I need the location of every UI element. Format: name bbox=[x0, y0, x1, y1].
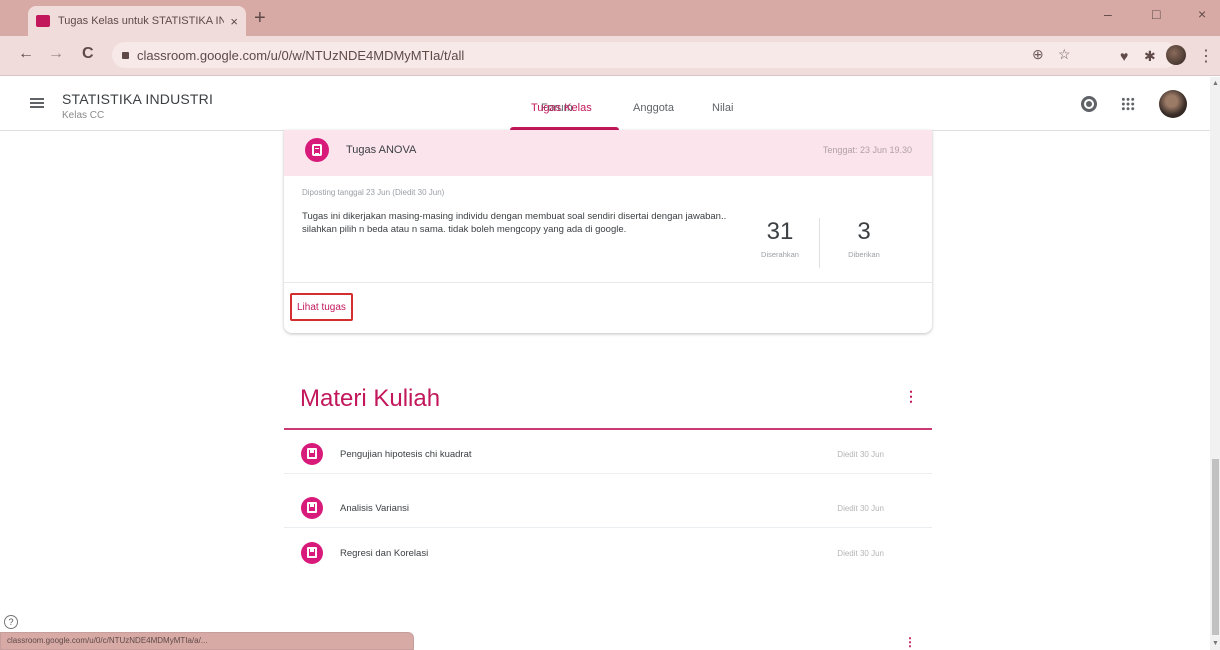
stat-divider bbox=[819, 218, 820, 268]
link-status-bar: classroom.google.com/u/0/c/NTUzNDE4MDMyM… bbox=[0, 632, 414, 650]
material-title: Regresi dan Korelasi bbox=[340, 548, 429, 559]
material-item[interactable]: Pengujian hipotesis chi kuadrat Diedit 3… bbox=[284, 431, 932, 474]
material-title: Analisis Variansi bbox=[340, 503, 409, 514]
forward-button[interactable]: → bbox=[48, 45, 64, 63]
classroom-favicon-icon bbox=[36, 15, 50, 27]
bookmark-star-icon[interactable]: ☆ bbox=[1058, 46, 1071, 63]
scroll-up-icon[interactable]: ▲ bbox=[1212, 80, 1219, 87]
zoom-icon[interactable]: ⊕ bbox=[1032, 46, 1044, 63]
material-title: Pengujian hipotesis chi kuadrat bbox=[340, 449, 472, 460]
tab-anggota[interactable]: Anggota bbox=[633, 102, 674, 114]
assignment-title: Tugas ANOVA bbox=[346, 144, 417, 156]
assignment-icon bbox=[305, 138, 329, 162]
tab-title: Tugas Kelas untuk STATISTIKA IN... bbox=[58, 15, 225, 27]
assignment-card: Tugas ANOVA Tenggat: 23 Jun 19.30 Dipost… bbox=[284, 130, 932, 333]
window-close-button[interactable]: × bbox=[1198, 6, 1206, 22]
material-icon bbox=[301, 443, 323, 465]
tab-close-icon[interactable]: × bbox=[230, 14, 238, 29]
view-assignment-button[interactable]: Lihat tugas bbox=[290, 293, 353, 321]
reload-button[interactable]: C bbox=[82, 45, 94, 63]
address-bar[interactable]: classroom.google.com/u/0/w/NTUzNDE4MDMyM… bbox=[112, 42, 1178, 68]
tab-tugas-kelas[interactable]: Tugas Kelas bbox=[531, 102, 592, 114]
stat-submitted[interactable]: 31 Diserahkan bbox=[750, 218, 810, 259]
class-section: Kelas CC bbox=[62, 110, 105, 121]
section-title: Materi Kuliah bbox=[300, 385, 441, 412]
stat-assigned-value: 3 bbox=[857, 218, 871, 245]
classroom-header: STATISTIKA INDUSTRI Kelas CC Forum Tugas… bbox=[0, 77, 1210, 131]
material-date: Diedit 30 Jun bbox=[837, 504, 884, 513]
browser-tab[interactable]: Tugas Kelas untuk STATISTIKA IN... × bbox=[28, 6, 246, 36]
lock-icon bbox=[122, 51, 129, 59]
class-name[interactable]: STATISTIKA INDUSTRI bbox=[62, 91, 213, 107]
extension-icon[interactable]: ♥ bbox=[1120, 48, 1128, 64]
material-item[interactable]: Regresi dan Korelasi Diedit 30 Jun bbox=[284, 530, 932, 573]
stat-submitted-value: 31 bbox=[766, 218, 794, 245]
material-item[interactable]: Analisis Variansi Diedit 30 Jun bbox=[284, 485, 932, 528]
restore-button[interactable]: □ bbox=[1152, 6, 1160, 22]
material-date: Diedit 30 Jun bbox=[837, 450, 884, 459]
settings-gear-icon[interactable] bbox=[1081, 96, 1097, 112]
browser-menu-icon[interactable]: ⋮ bbox=[1198, 46, 1214, 66]
material-date: Diedit 30 Jun bbox=[837, 549, 884, 558]
assignment-description: Tugas ini dikerjakan masing-masing indiv… bbox=[302, 211, 727, 235]
next-section-more-icon[interactable]: ⋮ bbox=[904, 636, 916, 648]
stat-assigned[interactable]: 3 Diberikan bbox=[834, 218, 894, 259]
scroll-down-icon[interactable]: ▼ bbox=[1212, 640, 1219, 647]
assignment-posted-date: Diposting tanggal 23 Jun (Diedit 30 Jun) bbox=[302, 188, 445, 197]
material-icon bbox=[301, 497, 323, 519]
tab-nilai[interactable]: Nilai bbox=[712, 102, 733, 114]
scrollbar-thumb[interactable] bbox=[1212, 459, 1219, 635]
help-icon[interactable]: ? bbox=[4, 615, 18, 629]
material-icon bbox=[301, 542, 323, 564]
main-menu-icon[interactable] bbox=[30, 98, 44, 108]
url-text: classroom.google.com/u/0/w/NTUzNDE4MDMyM… bbox=[137, 47, 465, 63]
stat-submitted-label: Diserahkan bbox=[761, 250, 799, 259]
minimize-button[interactable]: – bbox=[1104, 6, 1112, 22]
assignment-due-date: Tenggat: 23 Jun 19.30 bbox=[822, 145, 912, 155]
browser-tab-bar: Tugas Kelas untuk STATISTIKA IN... × + –… bbox=[0, 0, 1220, 36]
card-divider bbox=[284, 282, 932, 283]
extensions-puzzle-icon[interactable]: ✱ bbox=[1144, 48, 1156, 65]
assignment-header[interactable]: Tugas ANOVA Tenggat: 23 Jun 19.30 bbox=[284, 130, 932, 176]
stat-assigned-label: Diberikan bbox=[848, 250, 880, 259]
browser-profile-avatar[interactable] bbox=[1166, 45, 1186, 65]
user-avatar[interactable] bbox=[1159, 90, 1187, 118]
browser-toolbar: ← → C classroom.google.com/u/0/w/NTUzNDE… bbox=[0, 36, 1220, 76]
new-tab-button[interactable]: + bbox=[254, 6, 266, 30]
section-divider bbox=[284, 428, 932, 430]
back-button[interactable]: ← bbox=[18, 45, 34, 63]
google-apps-icon[interactable] bbox=[1121, 97, 1135, 111]
section-more-icon[interactable]: ⋮ bbox=[904, 389, 918, 403]
